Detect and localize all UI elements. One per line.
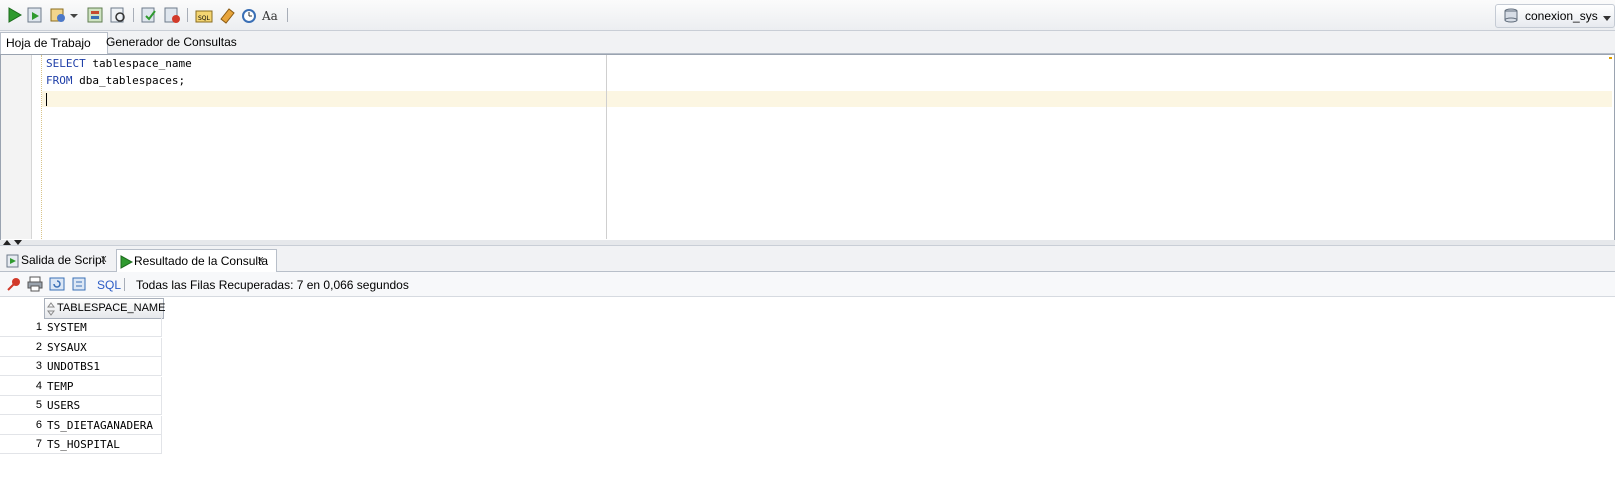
sql-export-icon[interactable] [71, 276, 87, 295]
code-text: dba_tablespaces; [72, 74, 186, 87]
sql-keyword: FROM [46, 74, 73, 87]
tab-worksheet[interactable]: Hoja de Trabajo [0, 32, 108, 54]
run-statement-icon[interactable] [4, 5, 24, 25]
svg-text:SQL: SQL [198, 15, 211, 22]
table-cell[interactable]: TEMP [44, 377, 162, 396]
print-icon[interactable] [27, 276, 43, 295]
toolbar-separator [124, 278, 125, 291]
sql-keyword: SELECT [46, 57, 86, 70]
current-line-highlight [42, 91, 1612, 107]
table-cell[interactable]: TS_HOSPITAL [44, 435, 162, 454]
row-number[interactable]: 6 [0, 416, 42, 435]
row-separator [0, 414, 44, 415]
close-icon[interactable]: x [258, 249, 264, 271]
sql-editor[interactable] [0, 54, 1615, 241]
explain-plan-icon[interactable] [85, 5, 105, 25]
unshared-sql-icon[interactable]: SQL [194, 5, 214, 25]
row-separator [0, 336, 44, 337]
tab-query-builder[interactable]: Generador de Consultas [101, 32, 242, 53]
row-number[interactable]: 3 [0, 357, 42, 376]
editor-gutter [1, 55, 32, 239]
row-number[interactable]: 1 [0, 318, 42, 337]
collapse-down-icon[interactable] [14, 240, 22, 245]
editor-right-margin [606, 55, 607, 239]
pin-icon[interactable] [6, 276, 22, 295]
tab-query-result[interactable]: Resultado de la Consulta x [116, 249, 277, 272]
run-script-icon[interactable] [25, 5, 45, 25]
chevron-down-icon [1602, 12, 1612, 26]
editor-tab-bar [0, 31, 1615, 54]
database-icon [1503, 8, 1519, 27]
tab-label: Salida de Script [21, 253, 106, 267]
editor-fold-line [41, 55, 42, 239]
column-header-label: TABLESPACE_NAME [57, 302, 166, 314]
clear-icon[interactable] [217, 5, 237, 25]
rollback-icon[interactable] [162, 5, 182, 25]
row-number[interactable]: 2 [0, 338, 42, 357]
refresh-icon[interactable] [49, 276, 65, 295]
row-separator [0, 453, 44, 454]
sql-tuning-icon[interactable] [108, 5, 128, 25]
row-number[interactable]: 5 [0, 396, 42, 415]
editor-marker [1609, 57, 1612, 59]
table-cell[interactable]: UNDOTBS1 [44, 357, 162, 376]
autotrace-icon[interactable] [48, 5, 68, 25]
table-cell[interactable]: USERS [44, 396, 162, 415]
code-line-1: SELECT tablespace_name [46, 56, 192, 72]
main-toolbar: SQL Aa [0, 0, 1615, 31]
text-caret [46, 93, 47, 106]
commit-icon[interactable] [139, 5, 159, 25]
table-cell[interactable]: TS_DIETAGANADERA [44, 416, 162, 435]
tab-script-output[interactable]: Salida de Script x [3, 249, 113, 271]
format-icon[interactable]: Aa [261, 5, 281, 25]
result-grid [0, 297, 1615, 477]
toolbar-separator [287, 8, 288, 22]
svg-text:Aa: Aa [261, 9, 278, 23]
dropdown-icon[interactable] [69, 5, 79, 25]
sql-link[interactable]: SQL [97, 278, 121, 292]
close-icon[interactable]: x [101, 248, 107, 270]
toolbar-separator [187, 8, 188, 22]
code-line-2: FROM dba_tablespaces; [46, 73, 185, 89]
row-separator [0, 375, 44, 376]
status-message: Todas las Filas Recuperadas: 7 en 0,066 … [136, 278, 409, 292]
column-header[interactable]: TABLESPACE_NAME [44, 298, 166, 319]
toolbar-separator [133, 8, 134, 22]
sql-history-icon[interactable] [239, 5, 259, 25]
connection-label: conexion_sys [1525, 9, 1598, 23]
table-cell[interactable]: SYSAUX [44, 338, 162, 357]
collapse-up-icon[interactable] [3, 240, 11, 245]
tab-label: Resultado de la Consulta [134, 254, 269, 268]
code-text: tablespace_name [85, 57, 192, 70]
row-number[interactable]: 4 [0, 377, 42, 396]
row-number[interactable]: 7 [0, 435, 42, 454]
table-cell[interactable]: SYSTEM [44, 318, 162, 337]
